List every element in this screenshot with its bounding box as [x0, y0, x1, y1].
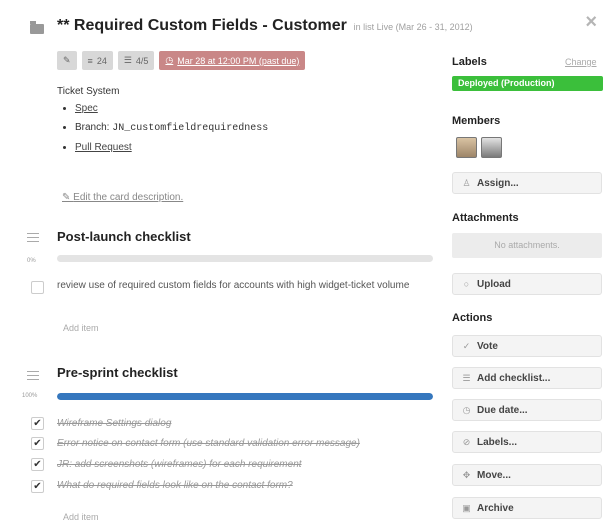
comments-count: 24: [96, 55, 107, 66]
edit-description-text: Edit the card description.: [73, 192, 184, 203]
upload-button[interactable]: ○ Upload: [452, 273, 602, 295]
checklist-title[interactable]: Pre-sprint checklist: [57, 365, 178, 380]
checklist-icon: [27, 371, 39, 381]
add-checklist-button[interactable]: ☰ Add checklist...: [452, 367, 602, 389]
card-description: Ticket System Spec Branch: JN_customfiel…: [57, 82, 427, 161]
pencil-icon: ✎: [63, 55, 71, 65]
checklist-icon: ☰: [123, 55, 132, 65]
comments-badge: ≡ 24: [81, 51, 113, 70]
checklist-progress-bar: [57, 393, 433, 400]
description-badge: ✎: [57, 51, 77, 70]
checklist-progress-bar: [57, 255, 433, 262]
labels-label: Labels...: [477, 436, 518, 448]
checklist-item-text[interactable]: review use of required custom fields for…: [57, 280, 433, 292]
card-badges: ✎ ≡ 24 ☰ 4/5 ◷ Mar 28 at 12:00 PM (past …: [57, 51, 306, 71]
comment-icon: ≡: [87, 55, 93, 66]
checklist-percent: 0%: [27, 258, 36, 264]
archive-button[interactable]: ▣ Archive: [452, 497, 602, 519]
no-attachments-notice: No attachments.: [452, 233, 602, 258]
archive-icon: ▣: [462, 502, 471, 513]
due-date-label: Due date...: [477, 404, 528, 416]
due-date-button[interactable]: ◷ Due date...: [452, 399, 602, 421]
clock-icon: ◷: [462, 404, 471, 415]
description-heading: Ticket System: [57, 86, 120, 97]
vote-label: Vote: [477, 340, 498, 352]
card-header: ** Required Custom Fields - Customer in …: [57, 17, 537, 35]
add-item-link[interactable]: Add item: [63, 323, 99, 333]
move-icon: ✥: [462, 469, 471, 480]
change-labels-link[interactable]: Change: [565, 57, 597, 67]
checklist-checkbox[interactable]: [31, 281, 44, 294]
checklist-checkbox-checked[interactable]: ✔: [31, 437, 44, 450]
checklist-percent: 100%: [22, 393, 38, 399]
description-list: Spec Branch: JN_customfieldrequiredness …: [57, 103, 427, 153]
checklist-icon: [27, 233, 39, 243]
card-title[interactable]: ** Required Custom Fields - Customer: [57, 17, 347, 34]
add-item-link[interactable]: Add item: [63, 512, 99, 522]
checklist-progress-fill: [57, 393, 433, 400]
list-item: Branch: JN_customfieldrequiredness: [75, 122, 427, 134]
add-checklist-label: Add checklist...: [477, 372, 551, 384]
checklist-checkbox-checked[interactable]: ✔: [31, 458, 44, 471]
move-button[interactable]: ✥ Move...: [452, 464, 602, 486]
avatar[interactable]: [456, 137, 477, 158]
tag-icon: ⊘: [462, 436, 471, 447]
checklist-item-text[interactable]: Error notice on contact form (use standa…: [57, 438, 433, 450]
vote-button[interactable]: ✓ Vote: [452, 335, 602, 357]
due-date-badge[interactable]: ◷ Mar 28 at 12:00 PM (past due): [159, 51, 306, 70]
checklist-checkbox-checked[interactable]: ✔: [31, 417, 44, 430]
checklist-item-text[interactable]: What do required fields look like on the…: [57, 480, 433, 492]
assign-label: Assign...: [477, 177, 519, 189]
spec-link[interactable]: Spec: [75, 103, 98, 114]
upload-label: Upload: [477, 278, 511, 290]
label-deployed[interactable]: Deployed (Production): [452, 76, 603, 91]
user-icon: ♙: [462, 177, 471, 188]
card-icon: [30, 21, 44, 34]
checklist-badge: ☰ 4/5: [117, 51, 155, 70]
clock-icon: ◷: [165, 55, 174, 65]
edit-description-link[interactable]: ✎ Edit the card description.: [62, 192, 183, 203]
checklist-item-text[interactable]: JR: add screenshots (wireframes) for eac…: [57, 459, 433, 471]
labels-button[interactable]: ⊘ Labels...: [452, 431, 602, 453]
labels-heading: Labels: [452, 56, 487, 68]
archive-label: Archive: [477, 502, 514, 514]
list-item: Spec: [75, 103, 427, 114]
actions-heading: Actions: [452, 312, 493, 324]
upload-icon: ○: [463, 279, 470, 289]
list-info: in list Live (Mar 26 - 31, 2012): [353, 22, 473, 32]
due-date-text: Mar 28 at 12:00 PM (past due): [177, 55, 300, 66]
checklist-count: 4/5: [135, 55, 149, 66]
list-item: Pull Request: [75, 142, 427, 153]
close-icon[interactable]: ×: [585, 12, 597, 32]
move-label: Move...: [477, 469, 511, 481]
checklist-icon: ☰: [462, 372, 471, 383]
branch-label: Branch:: [75, 122, 110, 133]
pencil-icon: ✎: [62, 192, 74, 203]
assign-button[interactable]: ♙ Assign...: [452, 172, 602, 194]
thumbs-up-icon: ✓: [462, 340, 471, 351]
pull-request-link[interactable]: Pull Request: [75, 142, 132, 153]
branch-name: JN_customfieldrequiredness: [112, 123, 269, 134]
checklist-item-text[interactable]: Wireframe Settings dialog: [57, 418, 433, 430]
members-heading: Members: [452, 115, 501, 127]
checklist-checkbox-checked[interactable]: ✔: [31, 480, 44, 493]
avatar[interactable]: [481, 137, 502, 158]
checklist-title[interactable]: Post-launch checklist: [57, 229, 191, 244]
attachments-heading: Attachments: [452, 212, 519, 224]
card-detail-window: × ** Required Custom Fields - Customer i…: [0, 0, 605, 522]
